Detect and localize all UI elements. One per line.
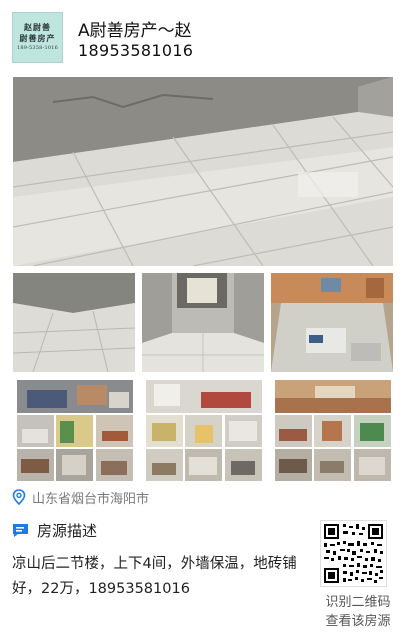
chat-bubble-icon	[13, 524, 28, 537]
logo-line-2: 尉善房产	[19, 33, 56, 43]
photo-collage-2[interactable]	[146, 380, 262, 481]
collage-2-cell[interactable]	[185, 415, 222, 447]
collage-1-main[interactable]	[17, 380, 133, 413]
qr-caption: 识别二维码 查看该房源	[310, 593, 406, 631]
map-pin-icon	[12, 489, 26, 505]
collage-3-cell[interactable]	[275, 449, 312, 481]
photo-thumb-1[interactable]	[13, 273, 135, 372]
collage-3-cell[interactable]	[354, 449, 391, 481]
photo-collage-1[interactable]	[17, 380, 133, 481]
collage-3-cell[interactable]	[314, 415, 351, 447]
agent-name: A尉善房产～赵	[78, 21, 192, 41]
collage-2-main[interactable]	[146, 380, 262, 413]
location-row: 山东省烟台市海阳市	[12, 488, 150, 507]
qr-caption-line-1: 识别二维码	[325, 595, 391, 610]
collage-1-cell[interactable]	[56, 449, 93, 481]
agency-logo[interactable]: 赵尉善 尉善房产 189-5358-1016	[12, 12, 63, 63]
collage-1-cell[interactable]	[96, 449, 133, 481]
main-photo[interactable]	[13, 77, 393, 266]
collage-2-cell[interactable]	[225, 415, 262, 447]
photo-collage-3[interactable]	[275, 380, 391, 481]
collage-2-cell[interactable]	[185, 449, 222, 481]
photo-thumb-2[interactable]	[142, 273, 264, 372]
collage-2-cell[interactable]	[225, 449, 262, 481]
collage-3-cell[interactable]	[354, 415, 391, 447]
collage-1-cell[interactable]	[17, 449, 54, 481]
photo-thumb-3[interactable]	[271, 273, 393, 372]
agent-phone[interactable]: 18953581016	[78, 41, 193, 60]
description-text: 凉山后二节楼，上下4间，外墙保温，地砖铺好，22万，18953581016	[12, 556, 297, 597]
collage-3-cell[interactable]	[314, 449, 351, 481]
collage-3-main[interactable]	[275, 380, 391, 413]
logo-line-1: 赵尉善	[24, 22, 51, 32]
logo-line-3: 189-5358-1016	[17, 45, 58, 51]
collage-1-cell[interactable]	[17, 415, 54, 447]
listing-header: 赵尉善 尉善房产 189-5358-1016 A尉善房产～赵 189535810…	[0, 0, 406, 72]
qr-code-icon[interactable]	[320, 520, 387, 587]
collage-2-cell[interactable]	[146, 415, 183, 447]
description-header: 房源描述	[12, 520, 97, 541]
collage-1-cell[interactable]	[56, 415, 93, 447]
collage-1-cell[interactable]	[96, 415, 133, 447]
location-text: 山东省烟台市海阳市	[32, 491, 150, 507]
collage-3-cell[interactable]	[275, 415, 312, 447]
description-title: 房源描述	[37, 522, 98, 540]
qr-caption-line-2: 查看该房源	[325, 614, 391, 629]
collage-2-cell[interactable]	[146, 449, 183, 481]
